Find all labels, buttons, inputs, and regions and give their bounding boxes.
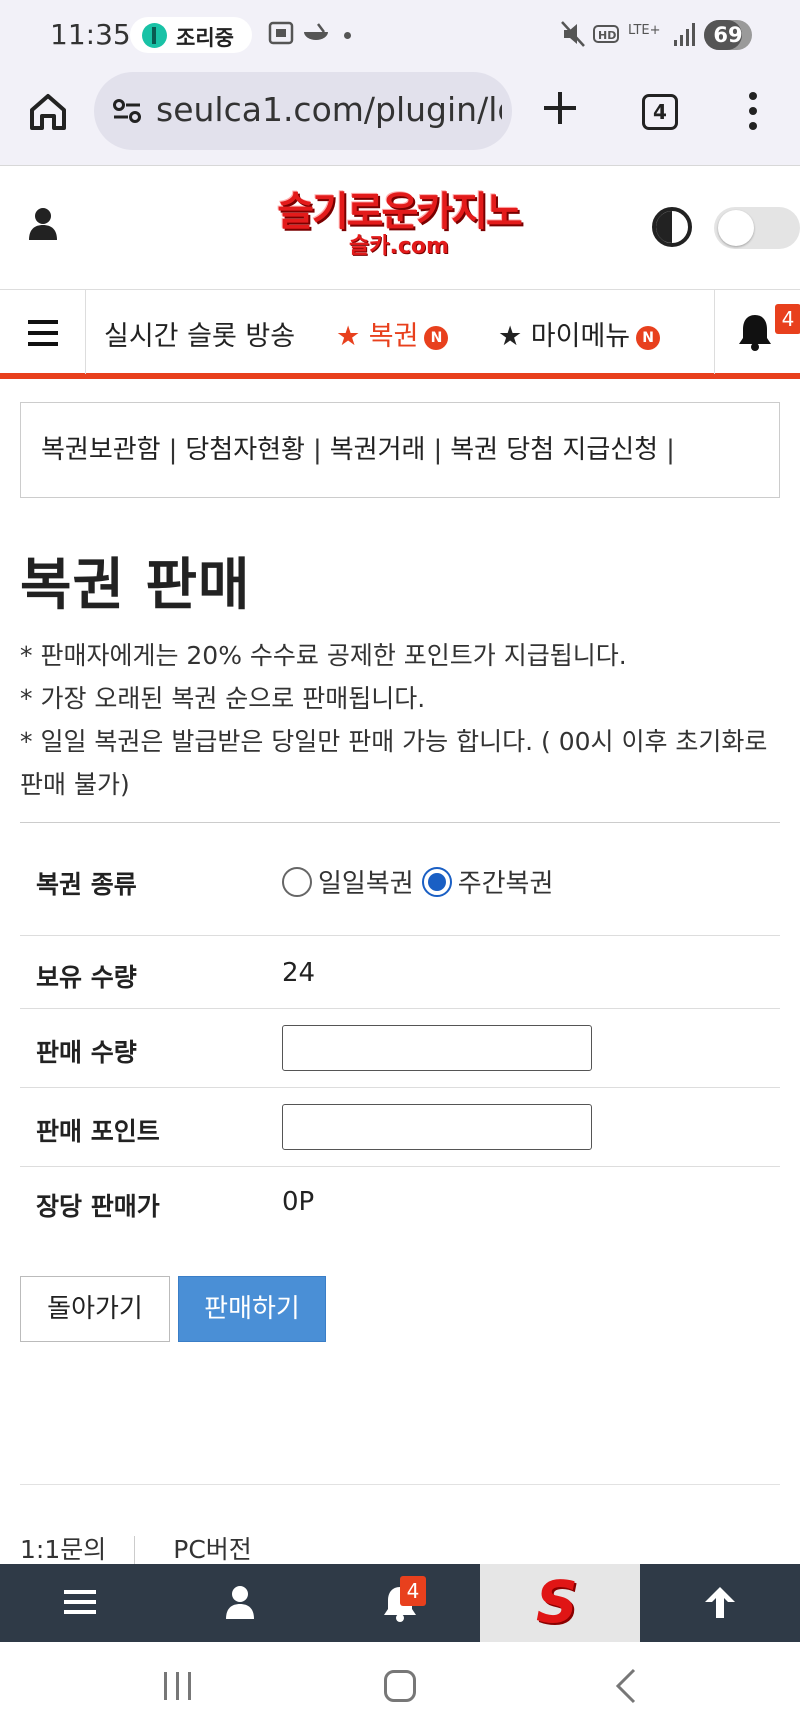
nav-items: 실시간 슬롯 방송 ★ 복권 N ★ 마이메뉴 N — [86, 290, 714, 374]
submenu-lottery-box[interactable]: 복권보관함 — [41, 435, 161, 465]
site-settings-icon[interactable] — [112, 98, 142, 124]
more-icon-dot — [749, 92, 757, 100]
lottery-type-label: 복권 종류 — [36, 870, 137, 899]
status-right-icons: HD LTE+ — [560, 20, 670, 53]
sell-button[interactable]: 판매하기 — [178, 1276, 326, 1342]
signal-icon — [674, 22, 696, 46]
bottom-menu-button[interactable] — [0, 1564, 160, 1642]
unit-price-value: 0P — [282, 1187, 315, 1217]
nav-item-my-menu[interactable]: ★ 마이메뉴 N — [498, 314, 661, 353]
page-title: 복권 판매 — [20, 553, 251, 618]
site-logo[interactable]: 슬기로운카지노 슬카.com — [254, 189, 544, 265]
footer-divider — [20, 1484, 780, 1485]
main-nav: 실시간 슬롯 방송 ★ 복권 N ★ 마이메뉴 N 4 — [0, 289, 800, 379]
new-tab-button[interactable] — [540, 88, 580, 134]
radio-weekly-lottery[interactable] — [421, 866, 452, 897]
nav-item-label: ★ 복권 — [336, 321, 419, 352]
site-header: 슬기로운카지노 슬카.com — [0, 167, 800, 289]
logo-sub-text: 슬카.com — [349, 234, 449, 259]
nav-item-live-slot[interactable]: 실시간 슬롯 방송 — [104, 314, 295, 353]
new-badge: N — [636, 325, 661, 350]
owned-qty-value: 24 — [282, 958, 316, 988]
battery-level: 69 — [713, 23, 743, 47]
screenshot-icon — [268, 21, 328, 45]
owned-qty-label: 보유 수량 — [36, 963, 137, 992]
browser-more-button[interactable] — [748, 92, 758, 134]
hamburger-icon — [28, 320, 58, 353]
scroll-top-button[interactable] — [640, 1564, 800, 1642]
unit-price-label: 장당 판매가 — [36, 1192, 160, 1221]
logo-main-text: 슬기로운카지노 — [277, 189, 523, 235]
row-lottery-type: 복권 종류 일일복권 주간복권 — [20, 823, 780, 936]
footer-link-inquiry[interactable]: 1:1문의 — [20, 1535, 106, 1564]
s-logo-icon: S — [536, 1568, 578, 1636]
status-bar: 11:35 조리중 HD LTE+ 69 — [0, 0, 800, 70]
status-dot — [344, 32, 351, 39]
row-owned-qty: 보유 수량 24 — [20, 936, 780, 1009]
nav-notification-button[interactable]: 4 — [714, 290, 800, 374]
new-badge: N — [424, 325, 449, 350]
status-pill-text: 조리중 — [176, 26, 234, 50]
lottery-submenu: 복권보관함 | 당첨자현황 | 복권거래 | 복권 당첨 지급신청 | — [20, 402, 780, 498]
submenu-payout-request[interactable]: 복권 당첨 지급신청 — [450, 435, 658, 465]
footer-links: 1:1문의 PC버전 — [20, 1530, 252, 1566]
nav-menu-button[interactable] — [0, 290, 86, 374]
notice-item: * 일일 복권은 발급받은 당일만 판매 가능 합니다. ( 00시 이후 초기… — [20, 727, 768, 799]
sell-qty-input[interactable] — [282, 1025, 592, 1071]
mute-hd-icons: HD LTE+ — [561, 21, 661, 47]
back-button[interactable]: 돌아가기 — [20, 1276, 170, 1342]
notice-item: * 가장 오래된 복권 순으로 판매됩니다. — [20, 684, 426, 713]
notice-list: * 판매자에게는 20% 수수료 공제한 포인트가 지급됩니다. * 가장 오래… — [20, 634, 780, 806]
android-home-button[interactable] — [384, 1670, 416, 1702]
cooking-app-icon — [142, 23, 167, 48]
android-back-button[interactable] — [614, 1668, 638, 1708]
submenu-winners[interactable]: 당첨자현황 — [185, 435, 305, 465]
bottom-site-logo-button[interactable]: S — [480, 1564, 640, 1642]
arrow-up-icon — [705, 1587, 735, 1618]
row-sell-points: 판매 포인트 — [20, 1088, 780, 1167]
submenu-lottery-trade[interactable]: 복권거래 — [330, 435, 426, 465]
bottom-user-button[interactable] — [160, 1564, 320, 1642]
user-icon — [226, 1586, 254, 1619]
bell-icon — [739, 315, 771, 351]
sell-points-label: 판매 포인트 — [36, 1117, 160, 1146]
svg-text:HD: HD — [598, 29, 616, 42]
bottom-notification-button[interactable]: 4 — [320, 1564, 480, 1642]
row-sell-qty: 판매 수량 — [20, 1009, 780, 1088]
row-unit-price: 장당 판매가 0P — [20, 1167, 780, 1241]
hamburger-icon — [64, 1590, 96, 1614]
radio-daily-label[interactable]: 일일복권 — [318, 863, 414, 900]
sell-points-input[interactable] — [282, 1104, 592, 1150]
user-icon[interactable] — [28, 207, 58, 241]
contrast-icon[interactable] — [652, 207, 692, 247]
bottom-fixed-bar: 4 S — [0, 1564, 800, 1642]
browser-toolbar: seulca1.com/plugin/lo 4 — [0, 70, 800, 166]
lottery-type-options: 일일복권 주간복권 — [282, 863, 561, 900]
dark-mode-toggle[interactable] — [714, 207, 800, 249]
battery-indicator: 69 — [704, 20, 752, 50]
footer-link-pc-version[interactable]: PC버전 — [173, 1535, 252, 1564]
home-icon — [30, 94, 66, 130]
status-app-pill: 조리중 — [130, 17, 252, 53]
android-nav-bar — [0, 1642, 800, 1734]
notice-item: * 판매자에게는 20% 수수료 공제한 포인트가 지급됩니다. — [20, 641, 627, 670]
url-text[interactable]: seulca1.com/plugin/lo — [156, 90, 502, 129]
recent-apps-button[interactable] — [164, 1672, 194, 1702]
radio-weekly-label[interactable]: 주간복권 — [458, 863, 554, 900]
notification-icons — [268, 20, 332, 52]
address-bar[interactable]: seulca1.com/plugin/lo — [94, 72, 512, 150]
tab-switcher-button[interactable]: 4 — [642, 94, 678, 130]
notification-count-badge: 4 — [400, 1576, 426, 1606]
nav-item-lottery[interactable]: ★ 복권 N — [336, 314, 449, 353]
radio-daily-lottery[interactable] — [282, 866, 312, 897]
notification-count-badge: 4 — [775, 304, 800, 334]
sell-qty-label: 판매 수량 — [36, 1038, 137, 1067]
nav-item-label: 실시간 슬롯 방송 — [104, 321, 296, 352]
browser-home-button[interactable] — [26, 90, 70, 134]
network-type-label: LTE+ — [628, 23, 661, 38]
nav-item-label: ★ 마이메뉴 — [498, 321, 631, 352]
back-chevron-icon — [615, 1668, 636, 1704]
status-time: 11:35 — [50, 18, 131, 51]
plus-icon — [544, 92, 576, 124]
